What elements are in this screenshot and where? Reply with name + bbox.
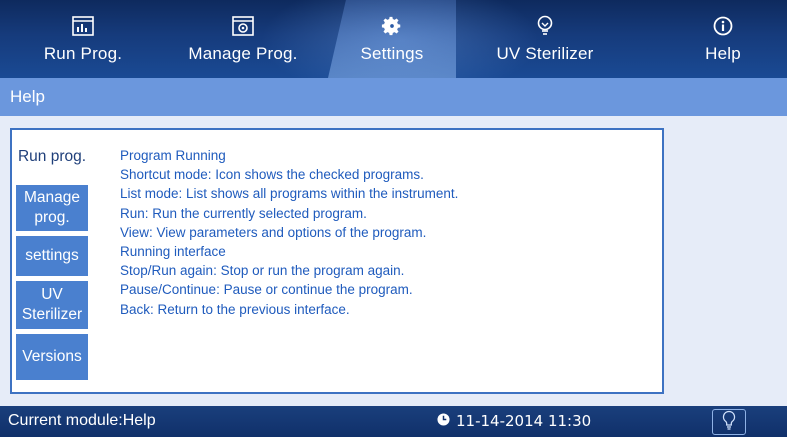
nav-manage-label: Manage Prog. (188, 44, 298, 63)
nav-help[interactable]: Help (668, 0, 778, 78)
nav-uv-sterilizer[interactable]: UV Sterilizer (470, 0, 620, 78)
current-module-text: Current module:Help (8, 412, 156, 429)
program-window-icon (232, 14, 254, 38)
nav-settings-label: Settings (360, 44, 424, 63)
nav-run-label: Run Prog. (43, 44, 123, 63)
help-line: Back: Return to the previous interface. (120, 301, 350, 317)
help-line: Running interface (120, 244, 226, 260)
tab-uv-sterilizer[interactable]: UV Sterilizer (16, 281, 88, 329)
nav-manage-prog[interactable]: Manage Prog. (168, 0, 318, 78)
page-title: Help (0, 78, 787, 116)
info-icon (713, 14, 733, 38)
status-bar: Current module:Help 11-14-2014 11:30 (0, 406, 787, 437)
help-line: Run: Run the currently selected program. (120, 205, 367, 221)
right-side-area (666, 116, 787, 406)
help-line: View: View parameters and options of the… (120, 224, 427, 240)
nav-settings[interactable]: Settings (328, 0, 456, 78)
lightbulb-icon (722, 410, 736, 435)
top-nav-bar: Run Prog. Manage Prog. Settings UV Steri… (0, 0, 787, 78)
tab-versions[interactable]: Versions (16, 334, 88, 380)
help-text-block: Program Running Shortcut mode: Icon show… (120, 146, 640, 319)
help-line: Stop/Run again: Stop or run the program … (120, 263, 405, 279)
nav-help-label: Help (705, 44, 741, 63)
help-line: Pause/Continue: Pause or continue the pr… (120, 282, 413, 298)
nav-uv-label: UV Sterilizer (496, 44, 594, 63)
tab-settings[interactable]: settings (16, 236, 88, 276)
help-line: List mode: List shows all programs withi… (120, 186, 459, 202)
gear-icon (381, 14, 403, 38)
help-line: Program Running (120, 148, 226, 163)
status-datetime: 11-14-2014 11:30 (437, 412, 591, 430)
clock-icon (437, 412, 450, 430)
help-panel: Run prog. Manage prog. settings UV Steri… (10, 128, 664, 394)
help-line: Shortcut mode: Icon shows the checked pr… (120, 167, 424, 183)
tab-run-prog[interactable]: Run prog. (16, 134, 88, 180)
lightbulb-button[interactable] (712, 409, 746, 435)
datetime-text: 11-14-2014 11:30 (456, 412, 592, 430)
tab-manage-prog[interactable]: Manage prog. (16, 185, 88, 231)
chart-window-icon (72, 14, 94, 38)
uv-lamp-icon (536, 14, 554, 38)
nav-run-prog[interactable]: Run Prog. (18, 0, 148, 78)
